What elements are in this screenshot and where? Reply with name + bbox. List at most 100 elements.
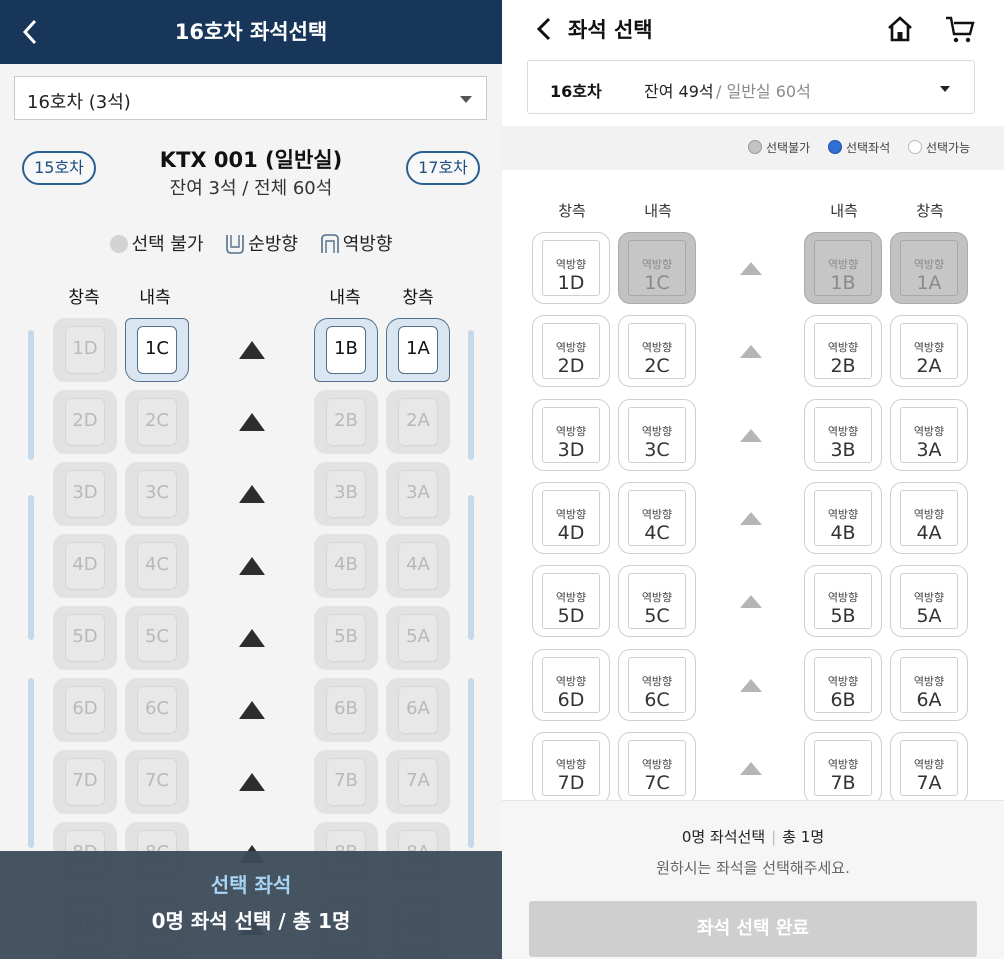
direction-arrow-icon [740,345,762,359]
selection-hint: 원하시는 좌석을 선택해주세요. [656,859,850,877]
seat-7c[interactable]: 역방향 7C [618,731,696,804]
selection-footer: 0명 좌석선택 | 총 1명 원하시는 좌석을 선택해주세요. 좌석 선택 완료 [502,800,1004,959]
col-aisle-left: 내측 [644,202,672,220]
seat-label: 6B [334,698,358,719]
legend-available: 선택가능 [908,139,970,156]
seat-label: 2C [644,355,670,378]
seat-3c[interactable]: 역방향 3C [618,398,696,471]
left-header-bar: 16호차 좌석선택 [0,0,502,64]
col-aisle-right: 내측 [329,288,361,308]
window-bar [28,495,34,640]
seat-label: 6A [406,698,430,719]
window-bar [28,678,34,848]
seat-7b[interactable]: 역방향 7B [804,731,882,804]
seat-7a: 7A [386,750,450,814]
col-aisle-right: 내측 [830,202,858,220]
seat-legend: 선택 불가 순방향 역방향 [0,230,502,256]
selection-count: 0명 좌석선택 | 총 1명 [681,828,825,846]
seat-label: 5D [72,626,98,647]
seat-label: 7C [644,771,670,794]
seat-1d[interactable]: 역방향 1D [532,232,610,304]
seat-6c[interactable]: 역방향 6C [618,648,696,721]
train-seat-count: 잔여 3석 / 전체 60석 [169,178,333,199]
seat-2c[interactable]: 역방향 2C [618,315,696,388]
seat-label: 2D [72,410,98,431]
window-bar [468,678,474,848]
back-icon[interactable] [532,15,556,43]
seat-label: 5D [557,605,585,628]
seat-label: 1D [72,338,98,359]
seat-label: 3B [334,482,358,503]
complete-selection-button[interactable]: 좌석 선택 완료 [529,901,977,957]
seat-4a: 4A [386,534,450,598]
seat-direction-label: 역방향 [641,757,673,771]
seat-3d: 3D [53,462,117,526]
seat-5b[interactable]: 역방향 5B [804,565,882,638]
seat-5a[interactable]: 역방향 5A [890,565,968,638]
seat-label: 6D [72,698,98,719]
seat-4c[interactable]: 역방향 4C [618,481,696,554]
chevron-down-icon [940,86,950,92]
seat-1a[interactable]: 1A [386,318,450,382]
seat-4a[interactable]: 역방향 4A [890,481,968,554]
cart-icon[interactable] [944,14,976,44]
seat-5d[interactable]: 역방향 5D [532,565,610,638]
seat-direction-label: 역방향 [641,258,673,271]
seat-direction-label: 역방향 [827,591,859,605]
seat-direction-label: 역방향 [827,757,859,771]
seat-label: 2B [334,410,358,431]
selection-count: 0명 좌석 선택 / 총 1명 [151,909,351,933]
seat-direction-label: 역방향 [641,341,673,355]
seat-4b[interactable]: 역방향 4B [804,481,882,554]
seat-direction-label: 역방향 [913,424,945,438]
next-car-button[interactable]: 17호차 [406,151,480,185]
seat-6d[interactable]: 역방향 6D [532,648,610,721]
forward-seat-icon [226,235,245,254]
seat-3b[interactable]: 역방향 3B [804,398,882,471]
left-seat-screen: 16호차 좌석선택 16호차 (3석) 15호차 17호차 KTX 001 (일… [0,0,502,959]
seat-4d[interactable]: 역방향 4D [532,481,610,554]
seat-direction-label: 역방향 [641,507,673,521]
remaining-seats: 잔여 49석 [644,82,714,101]
seat-3d[interactable]: 역방향 3D [532,398,610,471]
unavailable-dot-icon [748,140,762,154]
seat-1b[interactable]: 1B [314,318,378,382]
seat-6c: 6C [125,678,189,742]
seat-7b: 7B [314,750,378,814]
seat-label: 5C [644,605,670,628]
car-select-value: 16호차 (3석) [27,92,131,113]
direction-arrow-icon [239,341,265,359]
seat-direction-label: 역방향 [827,674,859,688]
seat-direction-label: 역방향 [555,757,587,771]
seat-3a[interactable]: 역방향 3A [890,398,968,471]
seat-6a[interactable]: 역방향 6A [890,648,968,721]
window-bar [468,330,474,460]
seat-2d[interactable]: 역방향 2D [532,315,610,388]
seat-label: 5A [406,626,430,647]
seat-5c[interactable]: 역방향 5C [618,565,696,638]
seat-1c[interactable]: 1C [125,318,189,382]
seat-4c: 4C [125,534,189,598]
seat-6b[interactable]: 역방향 6B [804,648,882,721]
seat-direction-label: 역방향 [913,507,945,521]
seat-label: 5C [144,626,170,647]
page-title: 16호차 좌석선택 [174,20,328,44]
car-select[interactable]: 16호차 (3석) [14,76,487,120]
prev-car-button[interactable]: 15호차 [22,151,96,185]
seat-label: 1B [830,272,856,294]
seat-label: 1A [916,272,942,294]
car-select[interactable]: 16호차 잔여 49석 / 일반실 60석 [527,60,975,114]
seat-7d[interactable]: 역방향 7D [532,731,610,804]
seat-direction-label: 역방향 [641,674,673,688]
seat-2a[interactable]: 역방향 2A [890,315,968,388]
seat-label: 6B [830,688,856,711]
seat-direction-label: 역방향 [913,591,945,605]
seat-direction-label: 역방향 [913,258,945,271]
seat-label: 3A [406,482,430,503]
seat-2b[interactable]: 역방향 2B [804,315,882,388]
home-icon[interactable] [885,14,915,44]
seat-1b: 역방향 1B [804,232,882,304]
seat-7a[interactable]: 역방향 7A [890,731,968,804]
seat-5b: 5B [314,606,378,670]
selection-title: 선택 좌석 [210,873,292,897]
